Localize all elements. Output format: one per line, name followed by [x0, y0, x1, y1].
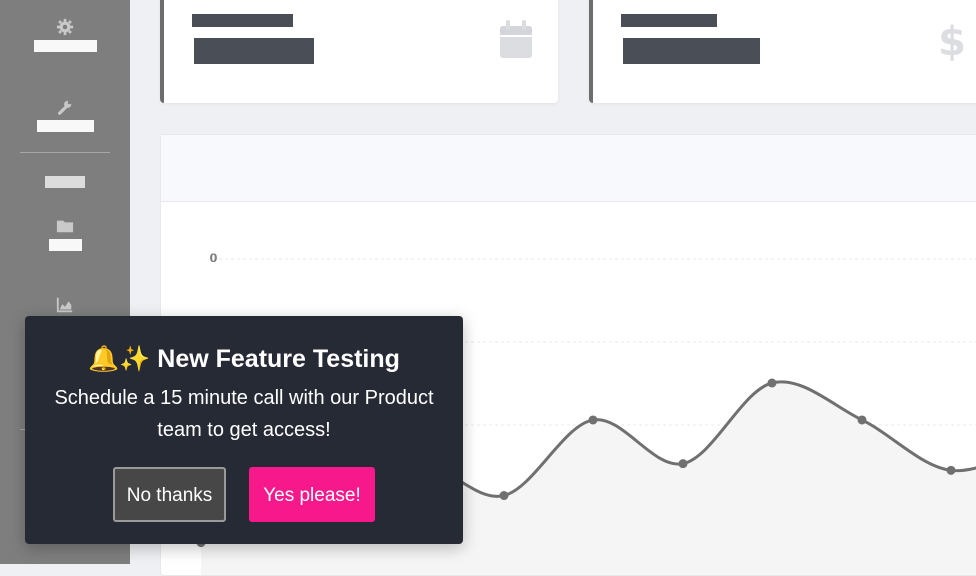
sidebar-item-charts[interactable] — [0, 296, 130, 314]
no-thanks-button[interactable]: No thanks — [113, 467, 226, 522]
sidebar-item-label — [33, 40, 97, 52]
stat-card-earnings: $ — [589, 0, 976, 103]
folder-icon — [56, 220, 74, 233]
feature-testing-modal: 🔔✨ New Feature Testing Schedule a 15 min… — [25, 316, 463, 544]
data-point[interactable] — [946, 465, 956, 475]
sidebar-item-folders[interactable] — [0, 217, 130, 251]
sidebar-item-label — [48, 239, 82, 251]
sidebar-item-label — [45, 176, 85, 188]
svg-text:$: $ — [938, 19, 966, 61]
card-title — [621, 14, 717, 27]
data-point[interactable] — [499, 491, 509, 501]
chart-area-icon — [56, 297, 73, 313]
gear-icon — [56, 18, 74, 36]
sidebar-item-settings[interactable] — [0, 18, 130, 52]
dollar-icon: $ — [938, 19, 966, 61]
stat-card-calendar — [160, 0, 558, 103]
modal-body: Schedule a 15 minute call with our Produ… — [54, 387, 434, 441]
wrench-icon — [58, 100, 72, 115]
data-point[interactable] — [767, 378, 777, 388]
data-point[interactable] — [588, 415, 598, 425]
y-tick-label: 0 — [211, 251, 218, 265]
sidebar-item-tools[interactable] — [0, 98, 130, 132]
data-point[interactable] — [678, 459, 688, 469]
sidebar-divider — [20, 152, 110, 153]
yes-please-button[interactable]: Yes please! — [249, 467, 375, 522]
sidebar-item-label — [36, 120, 94, 132]
modal-title-text: New Feature Testing — [157, 345, 400, 373]
modal-title: 🔔✨ New Feature Testing — [25, 344, 463, 374]
card-value — [194, 38, 314, 64]
calendar-icon — [500, 20, 532, 58]
data-point[interactable] — [857, 415, 867, 425]
sidebar-item-section[interactable] — [0, 172, 130, 188]
bell-sparkles-icon: 🔔✨ — [88, 344, 151, 373]
card-title — [192, 14, 293, 27]
card-value — [623, 38, 760, 64]
